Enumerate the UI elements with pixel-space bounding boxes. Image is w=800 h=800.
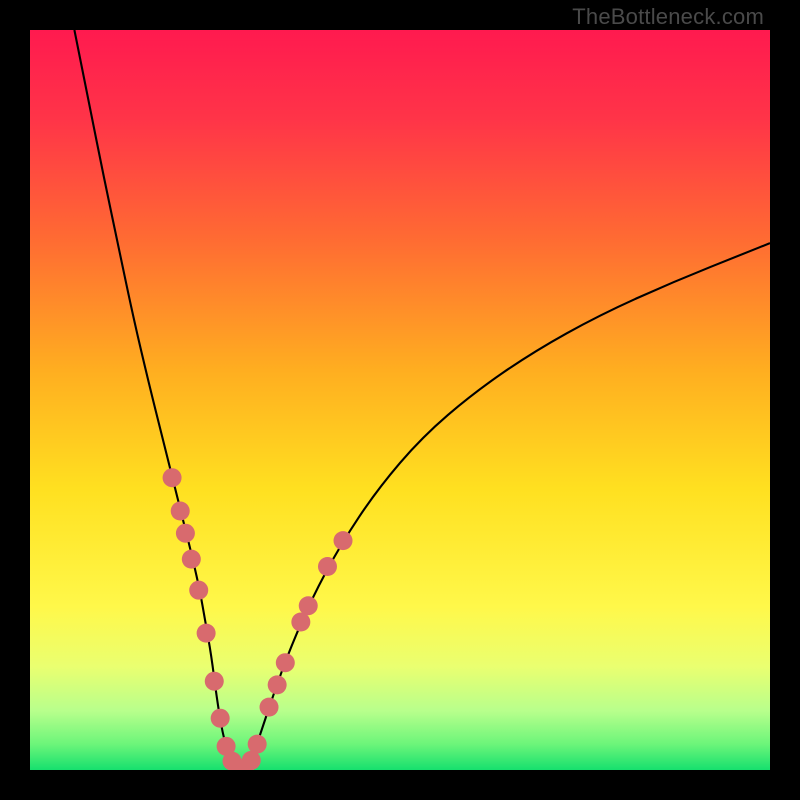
data-marker (299, 596, 318, 615)
data-marker (268, 675, 287, 694)
curve-layer (30, 30, 770, 770)
data-marker (176, 524, 195, 543)
outer-frame: TheBottleneck.com (0, 0, 800, 800)
data-marker (291, 613, 310, 632)
marker-group (163, 468, 353, 770)
data-marker (182, 550, 201, 569)
data-marker (334, 531, 353, 550)
data-marker (318, 557, 337, 576)
plot-area (30, 30, 770, 770)
data-marker (197, 624, 216, 643)
watermark-text: TheBottleneck.com (572, 4, 764, 30)
data-marker (163, 468, 182, 487)
data-marker (242, 751, 261, 770)
data-marker (276, 653, 295, 672)
data-marker (171, 502, 190, 521)
data-marker (211, 709, 230, 728)
bottleneck-curve (74, 30, 770, 769)
data-marker (248, 735, 267, 754)
data-marker (205, 672, 224, 691)
data-marker (260, 698, 279, 717)
data-marker (189, 581, 208, 600)
